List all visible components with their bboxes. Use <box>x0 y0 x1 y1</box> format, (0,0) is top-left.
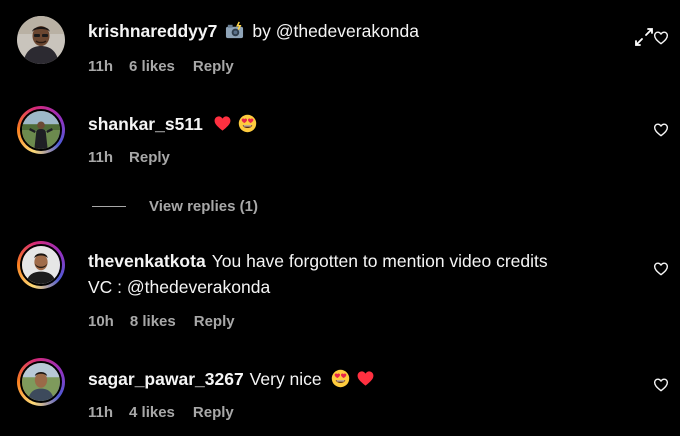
heart-eyes-emoji <box>238 114 257 133</box>
comment-username[interactable]: krishnareddyy7 <box>88 21 217 41</box>
comment-text: shankar_s511 <box>88 111 620 137</box>
comment-likes-count[interactable]: 8 likes <box>130 313 176 330</box>
comment-meta: 11h 4 likes Reply <box>88 404 252 421</box>
reply-button[interactable]: Reply <box>193 404 234 421</box>
comment-text: sagar_pawar_3267 Very nice <box>88 366 620 392</box>
avatar[interactable] <box>17 106 65 154</box>
comment-meta: 10h 8 likes Reply <box>88 313 253 330</box>
comment-username[interactable]: thevenkatkota <box>88 251 206 271</box>
red-heart-emoji <box>213 114 232 133</box>
heart-outline-icon[interactable] <box>653 30 669 46</box>
comment-likes-count[interactable]: 6 likes <box>129 58 175 75</box>
reply-button[interactable]: Reply <box>193 58 234 75</box>
reply-button[interactable]: Reply <box>129 149 170 166</box>
view-replies-button[interactable]: View replies (1) <box>92 196 258 216</box>
comment-meta: 11h 6 likes Reply <box>88 58 252 75</box>
heart-outline-icon[interactable] <box>653 261 669 277</box>
camera-flash-emoji <box>225 21 244 40</box>
comment-meta: 11h Reply <box>88 149 188 166</box>
view-replies-label: View replies (1) <box>149 197 258 215</box>
heart-outline-icon[interactable] <box>653 122 669 138</box>
comment-timestamp[interactable]: 11h <box>88 404 113 421</box>
replies-divider-line <box>92 205 126 207</box>
comment-body: You have forgotten to mention video cred… <box>211 251 548 271</box>
comment-username[interactable]: sagar_pawar_3267 <box>88 369 244 389</box>
avatar[interactable] <box>17 241 65 289</box>
red-heart-emoji <box>356 369 375 388</box>
comment-text: krishnareddyy7 by @thedeverakonda <box>88 18 620 44</box>
comment-body-line2: VC : @thedeverakonda <box>88 277 271 297</box>
comment-timestamp[interactable]: 11h <box>88 149 113 166</box>
comment-text: thevenkatkota You have forgotten to menti… <box>88 248 620 300</box>
avatar[interactable] <box>17 358 65 406</box>
avatar[interactable] <box>17 16 65 64</box>
comment-username[interactable]: shankar_s511 <box>88 114 203 134</box>
comment-timestamp[interactable]: 11h <box>88 58 113 75</box>
reply-button[interactable]: Reply <box>194 313 235 330</box>
comment-likes-count[interactable]: 4 likes <box>129 404 175 421</box>
comment-timestamp[interactable]: 10h <box>88 313 114 330</box>
comment-body: Very nice <box>249 369 322 389</box>
heart-outline-icon[interactable] <box>653 377 669 393</box>
heart-eyes-emoji <box>331 369 350 388</box>
comment-body: by @thedeverakonda <box>252 21 420 41</box>
expand-arrows-icon[interactable] <box>633 26 655 48</box>
